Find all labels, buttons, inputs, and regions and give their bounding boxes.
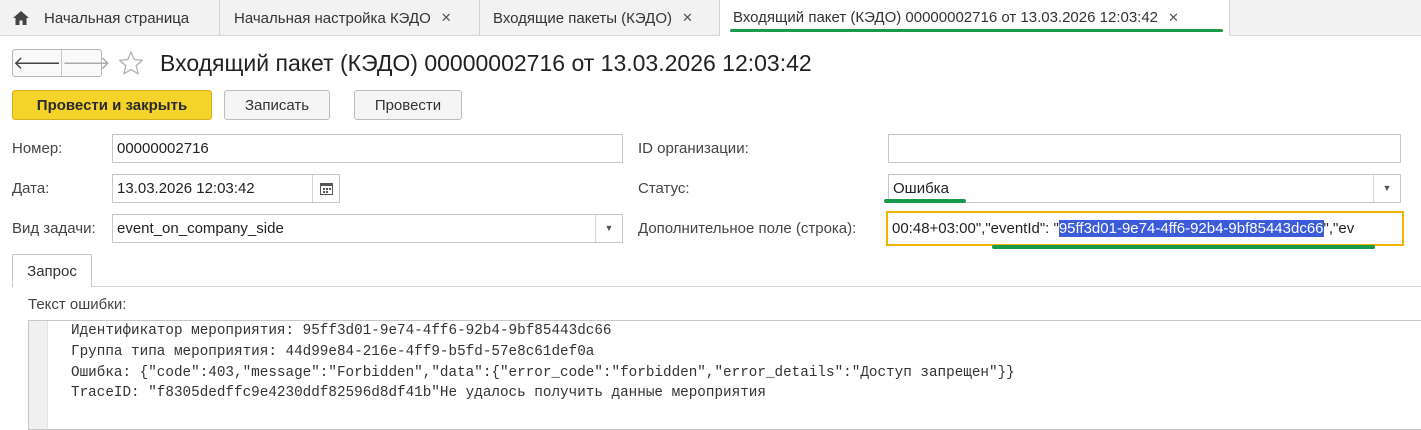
annotation-underline [730,29,1223,32]
page-title: Входящий пакет (КЭДО) 00000002716 от 13.… [160,50,812,76]
extra-field-selection: 95ff3d01-9e74-4ff6-92b4-9bf85443dc66 [1058,220,1324,237]
error-text-label: Текст ошибки: [28,296,127,313]
task-type-select[interactable]: event_on_company_side ▼ [112,214,623,243]
save-button[interactable]: Записать [224,90,330,120]
extra-field-prefix: 00:48+03:00","eventId": " [892,220,1059,237]
close-icon[interactable]: ✕ [682,10,693,26]
tab-incoming-package-doc[interactable]: Входящий пакет (КЭДО) 00000002716 от 13.… [720,0,1230,36]
calendar-icon[interactable] [312,175,339,202]
tab-label: Входящие пакеты (КЭДО) [493,9,672,27]
error-text-area[interactable]: Идентификатор мероприятия: 95ff3d01-9e74… [28,320,1421,430]
chevron-down-icon[interactable]: ▼ [1373,175,1400,202]
tab-kedo-setup[interactable]: Начальная настройка КЭДО ✕ [220,0,480,36]
arrow-right-icon: 🡒 [62,52,111,73]
tab-request[interactable]: Запрос [12,254,92,287]
chevron-down-icon[interactable]: ▼ [595,215,622,242]
date-label: Дата: [12,180,50,197]
close-icon[interactable]: ✕ [1168,10,1179,26]
error-line: TraceID: "f8305dedffc9e4230ddf82596d8df4… [71,385,766,402]
textarea-gutter [29,321,48,429]
extra-field-label: Дополнительное поле (строка): [638,220,857,237]
post-and-close-button[interactable]: Провести и закрыть [12,90,212,120]
org-id-label: ID организации: [638,140,749,157]
close-icon[interactable]: ✕ [441,10,452,26]
tab-strip: Начальная страница Начальная настройка К… [0,0,1421,36]
task-type-label: Вид задачи: [12,220,96,237]
error-line: Группа типа мероприятия: 44d99e84-216e-4… [71,343,595,360]
number-label: Номер: [12,140,63,157]
tab-label: Входящий пакет (КЭДО) 00000002716 от 13.… [733,9,1159,26]
annotation-underline [992,245,1375,249]
back-button[interactable]: 🡐 [13,50,61,76]
error-text-content: Идентификатор мероприятия: 95ff3d01-9e74… [71,321,1015,404]
error-line: Ошибка: {"code":403,"message":"Forbidden… [71,364,1015,381]
status-label: Статус: [638,180,690,197]
task-type-value: event_on_company_side [117,220,284,237]
home-icon [13,11,29,25]
favorite-star-icon[interactable] [118,50,144,76]
arrow-left-icon: 🡐 [13,52,62,73]
history-nav: 🡐 🡒 [12,49,111,77]
date-field[interactable]: 13.03.2026 12:03:42 [112,174,340,203]
forward-button[interactable]: 🡒 [61,50,111,76]
number-field[interactable]: 00000002716 [112,134,623,163]
extra-field-input[interactable]: 00:48+03:00","eventId": "95ff3d01-9e74-4… [886,211,1404,246]
status-value: Ошибка [893,180,949,197]
extra-field-suffix: ","ev [1323,220,1355,237]
tab-label: Начальная настройка КЭДО [234,9,431,27]
tab-home[interactable]: Начальная страница [0,0,220,36]
subtab-divider [12,286,1421,287]
error-line: Идентификатор мероприятия: 95ff3d01-9e74… [71,323,612,339]
tab-incoming-packages[interactable]: Входящие пакеты (КЭДО) ✕ [480,0,720,36]
tab-label: Начальная страница [44,9,190,27]
org-id-field[interactable] [888,134,1401,163]
post-button[interactable]: Провести [354,90,462,120]
date-value: 13.03.2026 12:03:42 [117,180,255,197]
annotation-underline [884,199,966,203]
